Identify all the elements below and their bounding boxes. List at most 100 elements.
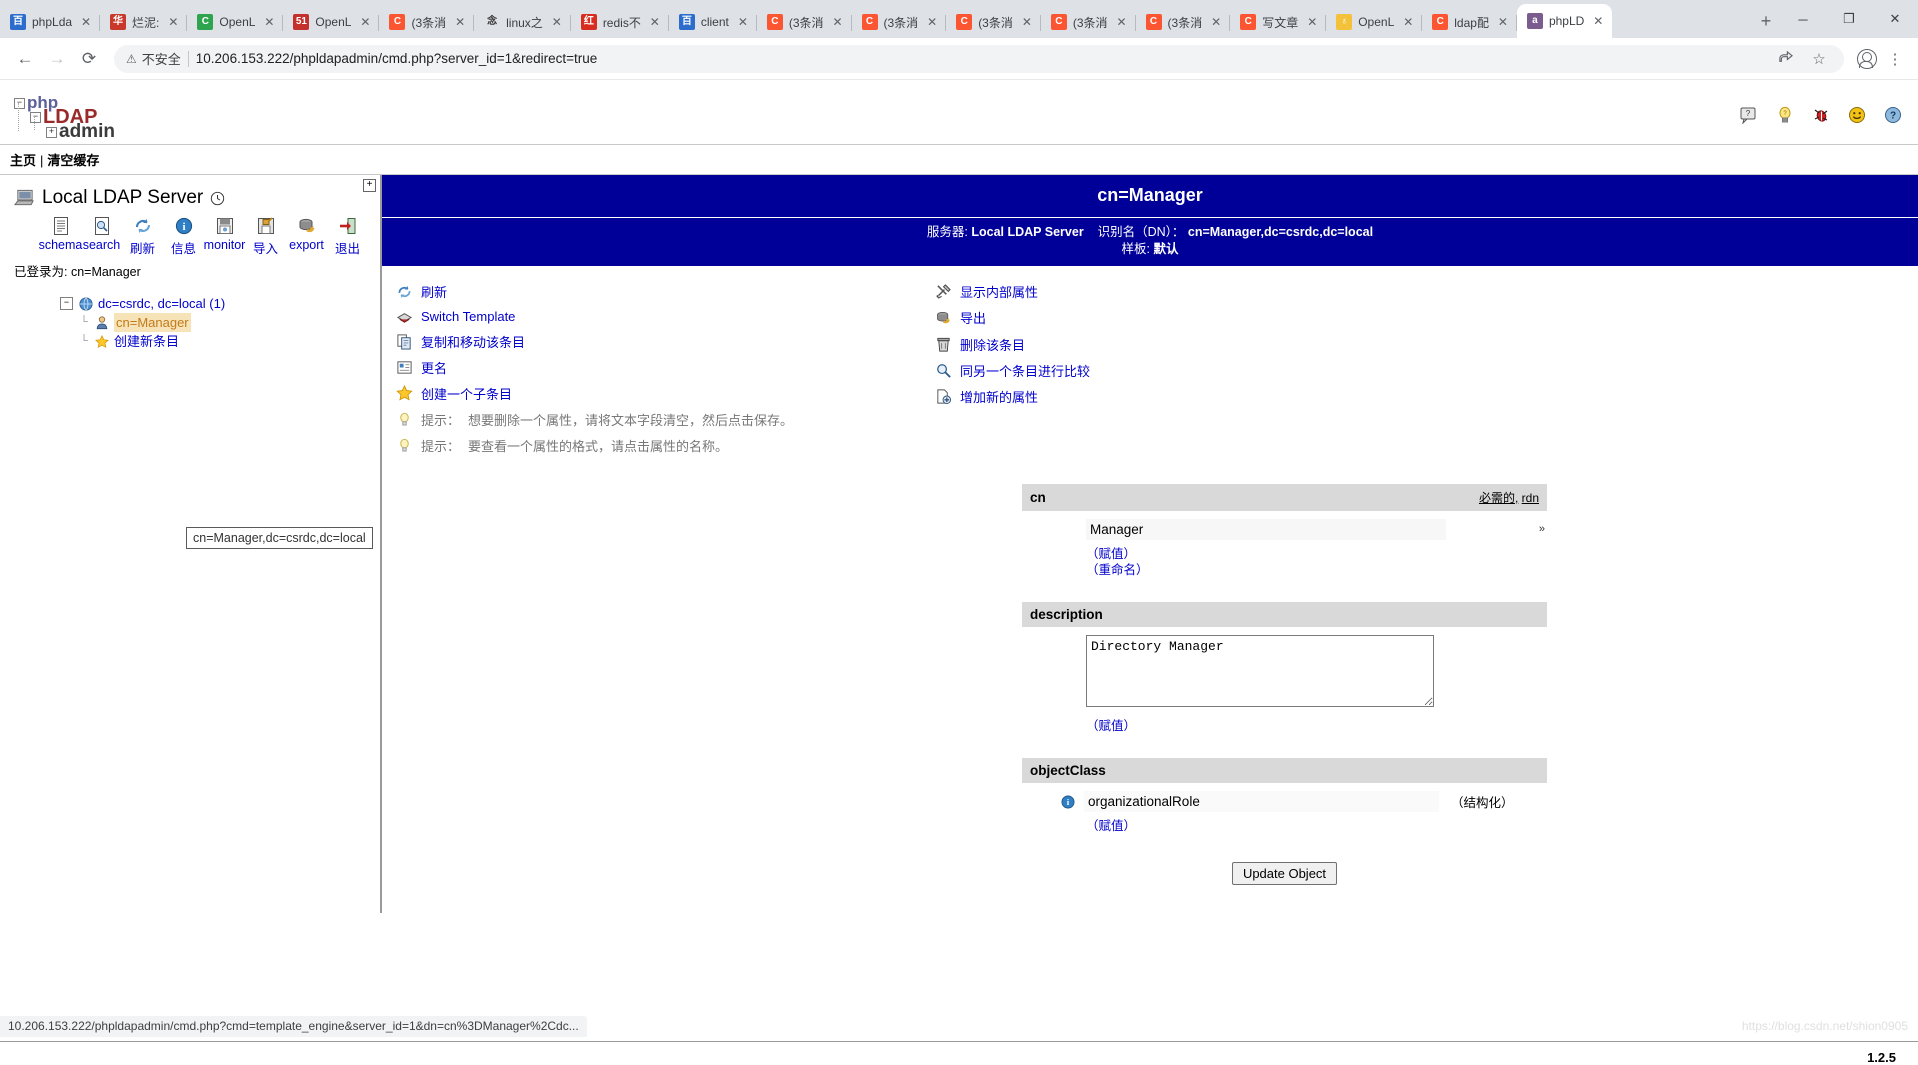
browser-tab-close-icon[interactable]: ✕ xyxy=(452,14,468,30)
entry-action-right-1[interactable]: 导出 xyxy=(935,308,1090,327)
browser-tab[interactable]: C (3条消 ✕ xyxy=(379,6,475,38)
attribute-meta-rdn[interactable]: rdn xyxy=(1522,491,1539,505)
info-icon[interactable]: i xyxy=(1060,794,1076,810)
lightbulb-icon[interactable]: ? xyxy=(1774,104,1796,126)
entry-action-right-3[interactable]: 同另一个条目进行比较 xyxy=(935,361,1090,380)
entry-action-right-label[interactable]: 导出 xyxy=(960,308,986,327)
browser-tab-close-icon[interactable]: ✕ xyxy=(165,14,181,30)
smiley-icon[interactable] xyxy=(1846,104,1868,126)
bookmark-star-icon[interactable]: ☆ xyxy=(1806,46,1832,72)
attribute-value-input[interactable] xyxy=(1084,791,1439,812)
browser-tab[interactable]: ♁ OpenL ✕ xyxy=(1326,6,1423,38)
bug-icon[interactable] xyxy=(1810,104,1832,126)
server-tool-信息[interactable]: i 信息 xyxy=(163,215,204,257)
tree-node-create-entry-label[interactable]: 创建新条目 xyxy=(114,332,179,351)
browser-tab[interactable]: C (3条消 ✕ xyxy=(1136,6,1231,38)
entry-action-0[interactable]: 刷新 xyxy=(396,282,793,301)
attribute-name[interactable]: cn xyxy=(1030,490,1046,505)
server-tool-刷新[interactable]: 刷新 xyxy=(122,215,163,257)
chrome-menu-icon[interactable]: ⋮ xyxy=(1882,46,1908,72)
entry-action-label[interactable]: 刷新 xyxy=(421,282,447,301)
browser-tab[interactable]: C OpenL ✕ xyxy=(187,6,284,38)
browser-tab[interactable]: C (3条消 ✕ xyxy=(946,6,1041,38)
entry-action-right-2[interactable]: 删除该条目 xyxy=(935,335,1090,354)
browser-tab-close-icon[interactable]: ✕ xyxy=(924,14,940,30)
browser-tab-close-icon[interactable]: ✕ xyxy=(549,14,565,30)
browser-tab-close-icon[interactable]: ✕ xyxy=(1590,13,1606,29)
browser-tab-close-icon[interactable]: ✕ xyxy=(261,14,277,30)
tree-node-cn-manager[interactable]: └ cn=Manager xyxy=(78,313,380,332)
attribute-link[interactable]: （赋值） xyxy=(1086,819,1136,833)
share-icon[interactable] xyxy=(1772,46,1798,72)
browser-tab[interactable]: a phpLD ✕ xyxy=(1516,4,1613,38)
attribute-meta-required[interactable]: 必需的, xyxy=(1479,491,1518,505)
tree-node-create-entry[interactable]: └ 创建新条目 xyxy=(78,332,380,351)
attribute-link[interactable]: （赋值） xyxy=(1086,719,1136,733)
entry-action-right-label[interactable]: 删除该条目 xyxy=(960,335,1025,354)
help-balloon-icon[interactable]: ? xyxy=(1738,104,1760,126)
attribute-link[interactable]: （赋值） xyxy=(1086,547,1136,561)
entry-action-2[interactable]: 复制和移动该条目 xyxy=(396,332,793,351)
server-tool-退出[interactable]: 退出 xyxy=(327,215,368,257)
browser-tab-close-icon[interactable]: ✕ xyxy=(1400,14,1416,30)
panel-expand-button[interactable]: + xyxy=(363,179,376,192)
entry-action-right-4[interactable]: 增加新的属性 xyxy=(935,387,1090,406)
address-bar[interactable]: ⚠ 不安全 10.206.153.222/phpldapadmin/cmd.ph… xyxy=(114,44,1844,73)
entry-action-label[interactable]: 复制和移动该条目 xyxy=(421,332,525,351)
attribute-name[interactable]: objectClass xyxy=(1030,763,1106,778)
server-tool-monitor[interactable]: monitor xyxy=(204,215,245,257)
entry-action-4[interactable]: 创建一个子条目 xyxy=(396,384,793,403)
server-tool-schema[interactable]: schema xyxy=(39,215,82,257)
browser-tab[interactable]: 51 OpenL ✕ xyxy=(283,6,380,38)
attribute-name[interactable]: description xyxy=(1030,607,1103,622)
minimize-window-button[interactable]: ─ xyxy=(1780,3,1826,35)
maximize-window-button[interactable]: ❐ xyxy=(1826,3,1872,35)
new-tab-button[interactable]: + xyxy=(1752,7,1780,35)
tree-node-root-label[interactable]: dc=csrdc, dc=local (1) xyxy=(98,294,225,313)
entry-action-right-0[interactable]: 显示内部属性 xyxy=(935,282,1090,301)
attribute-value-input[interactable] xyxy=(1086,519,1446,540)
attribute-link[interactable]: （重命名） xyxy=(1086,563,1149,577)
browser-tab-close-icon[interactable]: ✕ xyxy=(1208,14,1224,30)
browser-tab[interactable]: 念 linux之 ✕ xyxy=(474,6,571,38)
entry-action-label[interactable]: 更名 xyxy=(421,358,447,377)
server-tool-search[interactable]: search xyxy=(81,215,122,257)
entry-action-label[interactable]: 创建一个子条目 xyxy=(421,384,512,403)
browser-tab[interactable]: 百 client ✕ xyxy=(669,6,757,38)
browser-tab[interactable]: C (3条消 ✕ xyxy=(1041,6,1136,38)
question-help-icon[interactable]: ? xyxy=(1882,104,1904,126)
tree-node-root[interactable]: − dc=csrdc, dc=local (1) xyxy=(60,294,380,313)
forward-button[interactable]: → xyxy=(42,44,72,74)
server-tool-导入[interactable]: 导入 xyxy=(245,215,286,257)
browser-tab-close-icon[interactable]: ✕ xyxy=(78,14,94,30)
browser-tab[interactable]: C 写文章 ✕ xyxy=(1230,6,1327,38)
browser-tab[interactable]: 红 redis不 ✕ xyxy=(571,6,669,38)
update-object-button[interactable]: Update Object xyxy=(1231,862,1338,885)
not-secure-indicator[interactable]: ⚠ 不安全 xyxy=(126,49,181,68)
browser-tab-close-icon[interactable]: ✕ xyxy=(1114,14,1130,30)
browser-tab-close-icon[interactable]: ✕ xyxy=(1019,14,1035,30)
browser-tab-close-icon[interactable]: ✕ xyxy=(647,14,663,30)
entry-action-right-label[interactable]: 显示内部属性 xyxy=(960,282,1038,301)
browser-tab-close-icon[interactable]: ✕ xyxy=(357,14,373,30)
browser-tab-close-icon[interactable]: ✕ xyxy=(1304,14,1320,30)
browser-tab-close-icon[interactable]: ✕ xyxy=(1495,14,1511,30)
entry-action-label[interactable]: Switch Template xyxy=(421,309,515,324)
browser-tab[interactable]: 华烂泥: ✕ xyxy=(100,6,188,38)
entry-action-1[interactable]: Switch Template xyxy=(396,308,793,325)
tree-node-cn-manager-label[interactable]: cn=Manager xyxy=(114,313,191,332)
profile-avatar-icon[interactable] xyxy=(1854,46,1880,72)
menu-purge-cache-link[interactable]: 清空缓存 xyxy=(47,153,99,168)
attribute-value-textarea[interactable]: Directory Manager xyxy=(1086,635,1434,707)
entry-action-right-label[interactable]: 增加新的属性 xyxy=(960,387,1038,406)
close-window-button[interactable]: ✕ xyxy=(1872,3,1918,35)
menu-home-link[interactable]: 主页 xyxy=(10,153,36,168)
reload-button[interactable]: ⟳ xyxy=(74,44,104,74)
browser-tab-close-icon[interactable]: ✕ xyxy=(830,14,846,30)
browser-tab[interactable]: Cldap配 ✕ xyxy=(1422,6,1517,38)
tree-expander-icon[interactable]: − xyxy=(60,297,73,310)
server-tool-export[interactable]: export xyxy=(286,215,327,257)
browser-tab-close-icon[interactable]: ✕ xyxy=(735,14,751,30)
entry-action-right-label[interactable]: 同另一个条目进行比较 xyxy=(960,361,1090,380)
back-button[interactable]: ← xyxy=(10,44,40,74)
